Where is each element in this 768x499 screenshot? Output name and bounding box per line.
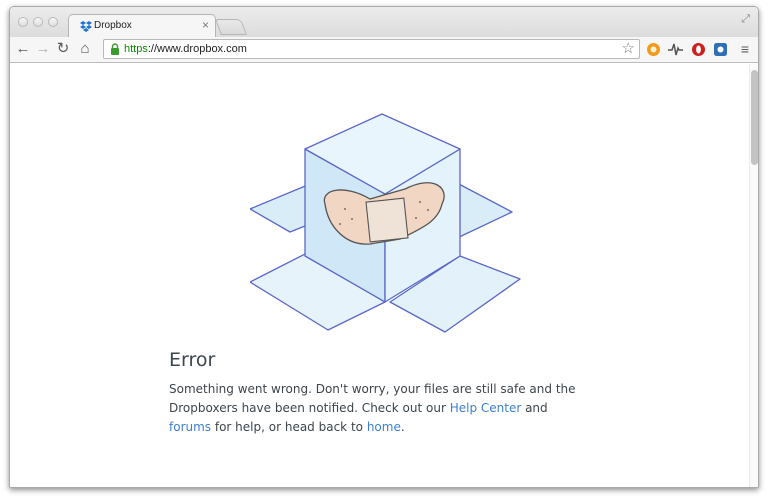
fullscreen-icon[interactable]: ⤢ <box>741 13 750 26</box>
title-bar: Dropbox × ⤢ <box>10 7 758 38</box>
waveform-extension-icon[interactable] <box>668 42 683 57</box>
address-bar[interactable]: https://www.dropbox.com ☆ <box>103 39 640 59</box>
error-message: Something went wrong. Don't worry, your … <box>169 380 589 437</box>
blue-extension-icon[interactable] <box>713 42 728 57</box>
tab-title: Dropbox <box>94 20 132 31</box>
help-center-link[interactable]: Help Center <box>450 401 522 415</box>
message-text-3: for help, or head back to <box>211 420 367 434</box>
reload-icon[interactable]: ↻ <box>54 40 72 58</box>
back-icon[interactable]: ← <box>14 40 32 58</box>
message-text-2: and <box>521 401 548 415</box>
message-text-4: . <box>400 420 405 434</box>
opera-extension-icon[interactable] <box>691 42 706 57</box>
tab-close-icon[interactable]: × <box>202 18 209 32</box>
scrollbar[interactable] <box>749 64 758 487</box>
url-scheme: https <box>124 43 148 55</box>
tab-dropbox[interactable]: Dropbox × <box>68 14 216 38</box>
browser-window: Dropbox × ⤢ ← → ↻ ⌂ https://www.dropbox.… <box>9 6 759 488</box>
forward-icon[interactable]: → <box>34 40 52 58</box>
forums-link[interactable]: forums <box>169 420 211 434</box>
url-host: ://www.dropbox.com <box>147 43 247 55</box>
url-text: https://www.dropbox.com <box>124 43 247 55</box>
new-tab-button[interactable] <box>215 19 247 35</box>
page-content: Error Something went wrong. Don't worry,… <box>10 64 758 487</box>
minimize-window-button[interactable] <box>33 17 43 27</box>
zoom-window-button[interactable] <box>48 17 58 27</box>
bookmark-star-icon[interactable]: ☆ <box>622 39 635 57</box>
orange-extension-icon[interactable] <box>646 42 661 57</box>
page-title: Error <box>169 349 216 371</box>
browser-toolbar: ← → ↻ ⌂ https://www.dropbox.com ☆ ≡ <box>10 37 758 63</box>
lock-icon <box>111 43 119 55</box>
broken-box-illustration <box>250 113 521 333</box>
menu-icon[interactable]: ≡ <box>736 40 754 58</box>
dropbox-favicon-icon <box>80 21 92 32</box>
home-link[interactable]: home <box>367 420 401 434</box>
scrollbar-thumb[interactable] <box>751 70 758 165</box>
close-window-button[interactable] <box>18 17 28 27</box>
home-icon[interactable]: ⌂ <box>76 40 94 58</box>
